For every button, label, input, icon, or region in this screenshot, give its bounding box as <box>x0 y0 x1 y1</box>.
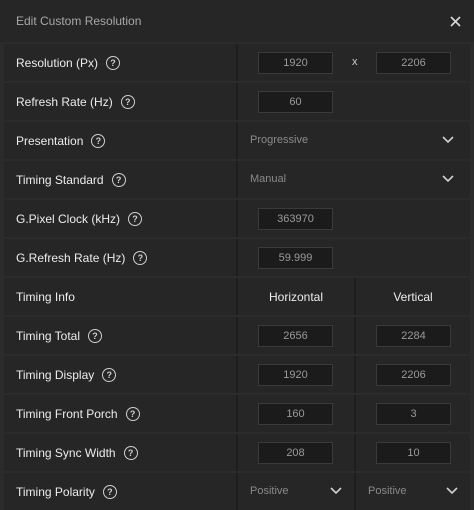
presentation-selected: Progressive <box>250 134 309 146</box>
row-label: G.Pixel Clock (kHz) ? <box>4 200 236 237</box>
help-icon[interactable]: ? <box>133 250 148 265</box>
row-timing-polarity: Timing Polarity ? Positive Positive <box>4 473 470 510</box>
label-text: Timing Display <box>16 367 95 382</box>
polarity-vertical-select[interactable]: Positive <box>356 473 470 510</box>
column-header-vertical: Vertical <box>356 278 470 315</box>
label-text: G.Refresh Rate (Hz) <box>16 250 126 265</box>
label-text: G.Pixel Clock (kHz) <box>16 211 121 226</box>
value-cell-vertical: 2206 <box>356 356 470 393</box>
row-label: Timing Sync Width ? <box>4 434 236 471</box>
label-text: Timing Standard <box>16 172 104 187</box>
help-icon[interactable]: ? <box>111 172 126 187</box>
timing-display-horizontal-input[interactable]: 1920 <box>258 364 333 386</box>
label-text: Timing Sync Width <box>16 445 116 460</box>
row-label: Timing Polarity ? <box>4 473 236 510</box>
value-cell-vertical: 2284 <box>356 317 470 354</box>
row-timing-sync-width: Timing Sync Width ? 208 10 <box>4 434 470 471</box>
row-timing-display: Timing Display ? 1920 2206 <box>4 356 470 393</box>
timing-standard-selected: Manual <box>250 173 287 185</box>
row-g-refresh-rate: G.Refresh Rate (Hz) ? 59.999 <box>4 239 470 276</box>
row-label: Timing Display ? <box>4 356 236 393</box>
value-cell-horizontal: 2656 <box>238 317 354 354</box>
presentation-select[interactable]: Progressive <box>238 122 470 159</box>
resolution-height-input[interactable]: 2206 <box>376 52 451 74</box>
help-icon[interactable]: ? <box>128 211 143 226</box>
help-icon[interactable]: ? <box>91 133 106 148</box>
row-timing-info-header: Timing Info Horizontal Vertical <box>4 278 470 315</box>
row-label: G.Refresh Rate (Hz) ? <box>4 239 236 276</box>
resolution-separator: x <box>352 56 358 68</box>
help-icon[interactable]: ? <box>123 445 138 460</box>
help-icon[interactable]: ? <box>125 406 140 421</box>
chevron-down-icon <box>442 136 454 144</box>
label-text: Timing Front Porch <box>16 406 118 421</box>
label-text: Timing Info <box>16 289 75 304</box>
value-cell-vertical: 3 <box>356 395 470 432</box>
resolution-width-input[interactable]: 1920 <box>258 52 333 74</box>
polarity-horizontal-select[interactable]: Positive <box>238 473 354 510</box>
sync-width-horizontal-input[interactable]: 208 <box>258 442 333 464</box>
label-text: Timing Polarity <box>16 484 95 499</box>
help-icon[interactable]: ? <box>120 94 135 109</box>
value-cell-vertical: 10 <box>356 434 470 471</box>
row-timing-total: Timing Total ? 2656 2284 <box>4 317 470 354</box>
row-refresh-rate: Refresh Rate (Hz) ? 60 <box>4 83 470 120</box>
value-cell: 363970 <box>238 200 470 237</box>
timing-standard-select[interactable]: Manual <box>238 161 470 198</box>
help-icon[interactable]: ? <box>88 328 103 343</box>
row-label: Timing Info <box>4 278 236 315</box>
chevron-down-icon <box>330 487 342 495</box>
label-text: Resolution (Px) <box>16 55 99 70</box>
column-header-horizontal: Horizontal <box>238 278 354 315</box>
row-pixel-clock: G.Pixel Clock (kHz) ? 363970 <box>4 200 470 237</box>
polarity-horizontal-selected: Positive <box>250 485 289 497</box>
close-button[interactable] <box>444 10 466 32</box>
row-timing-standard: Timing Standard ? Manual <box>4 161 470 198</box>
row-label: Timing Front Porch ? <box>4 395 236 432</box>
row-resolution: Resolution (Px) ? 1920 x 2206 <box>4 44 470 81</box>
close-icon <box>449 15 461 27</box>
timing-display-vertical-input[interactable]: 2206 <box>376 364 451 386</box>
row-timing-front-porch: Timing Front Porch ? 160 3 <box>4 395 470 432</box>
label-text: Refresh Rate (Hz) <box>16 94 113 109</box>
help-icon[interactable]: ? <box>102 367 117 382</box>
pixel-clock-input[interactable]: 363970 <box>258 208 333 230</box>
value-cell: 1920 x 2206 <box>238 44 470 81</box>
value-cell: 59.999 <box>238 239 470 276</box>
g-refresh-rate-input[interactable]: 59.999 <box>258 247 333 269</box>
row-label: Timing Total ? <box>4 317 236 354</box>
value-cell-horizontal: 1920 <box>238 356 354 393</box>
timing-total-vertical-input[interactable]: 2284 <box>376 325 451 347</box>
label-text: Presentation <box>16 133 84 148</box>
polarity-vertical-selected: Positive <box>368 485 407 497</box>
help-icon[interactable]: ? <box>102 484 117 499</box>
value-cell-horizontal: 160 <box>238 395 354 432</box>
refresh-rate-input[interactable]: 60 <box>258 91 333 113</box>
front-porch-horizontal-input[interactable]: 160 <box>258 403 333 425</box>
row-label: Presentation ? <box>4 122 236 159</box>
front-porch-vertical-input[interactable]: 3 <box>376 403 451 425</box>
value-cell-horizontal: 208 <box>238 434 354 471</box>
help-icon[interactable]: ? <box>106 55 121 70</box>
value-cell: 60 <box>238 83 470 120</box>
label-text: Timing Total <box>16 328 81 343</box>
chevron-down-icon <box>442 175 454 183</box>
chevron-down-icon <box>446 487 458 495</box>
row-presentation: Presentation ? Progressive <box>4 122 470 159</box>
title-bar: Edit Custom Resolution <box>0 0 474 42</box>
edit-custom-resolution-dialog: Edit Custom Resolution Resolution (Px) ?… <box>0 0 474 510</box>
row-label: Refresh Rate (Hz) ? <box>4 83 236 120</box>
dialog-title: Edit Custom Resolution <box>16 14 142 28</box>
sync-width-vertical-input[interactable]: 10 <box>376 442 451 464</box>
timing-total-horizontal-input[interactable]: 2656 <box>258 325 333 347</box>
row-label: Timing Standard ? <box>4 161 236 198</box>
row-label: Resolution (Px) ? <box>4 44 236 81</box>
